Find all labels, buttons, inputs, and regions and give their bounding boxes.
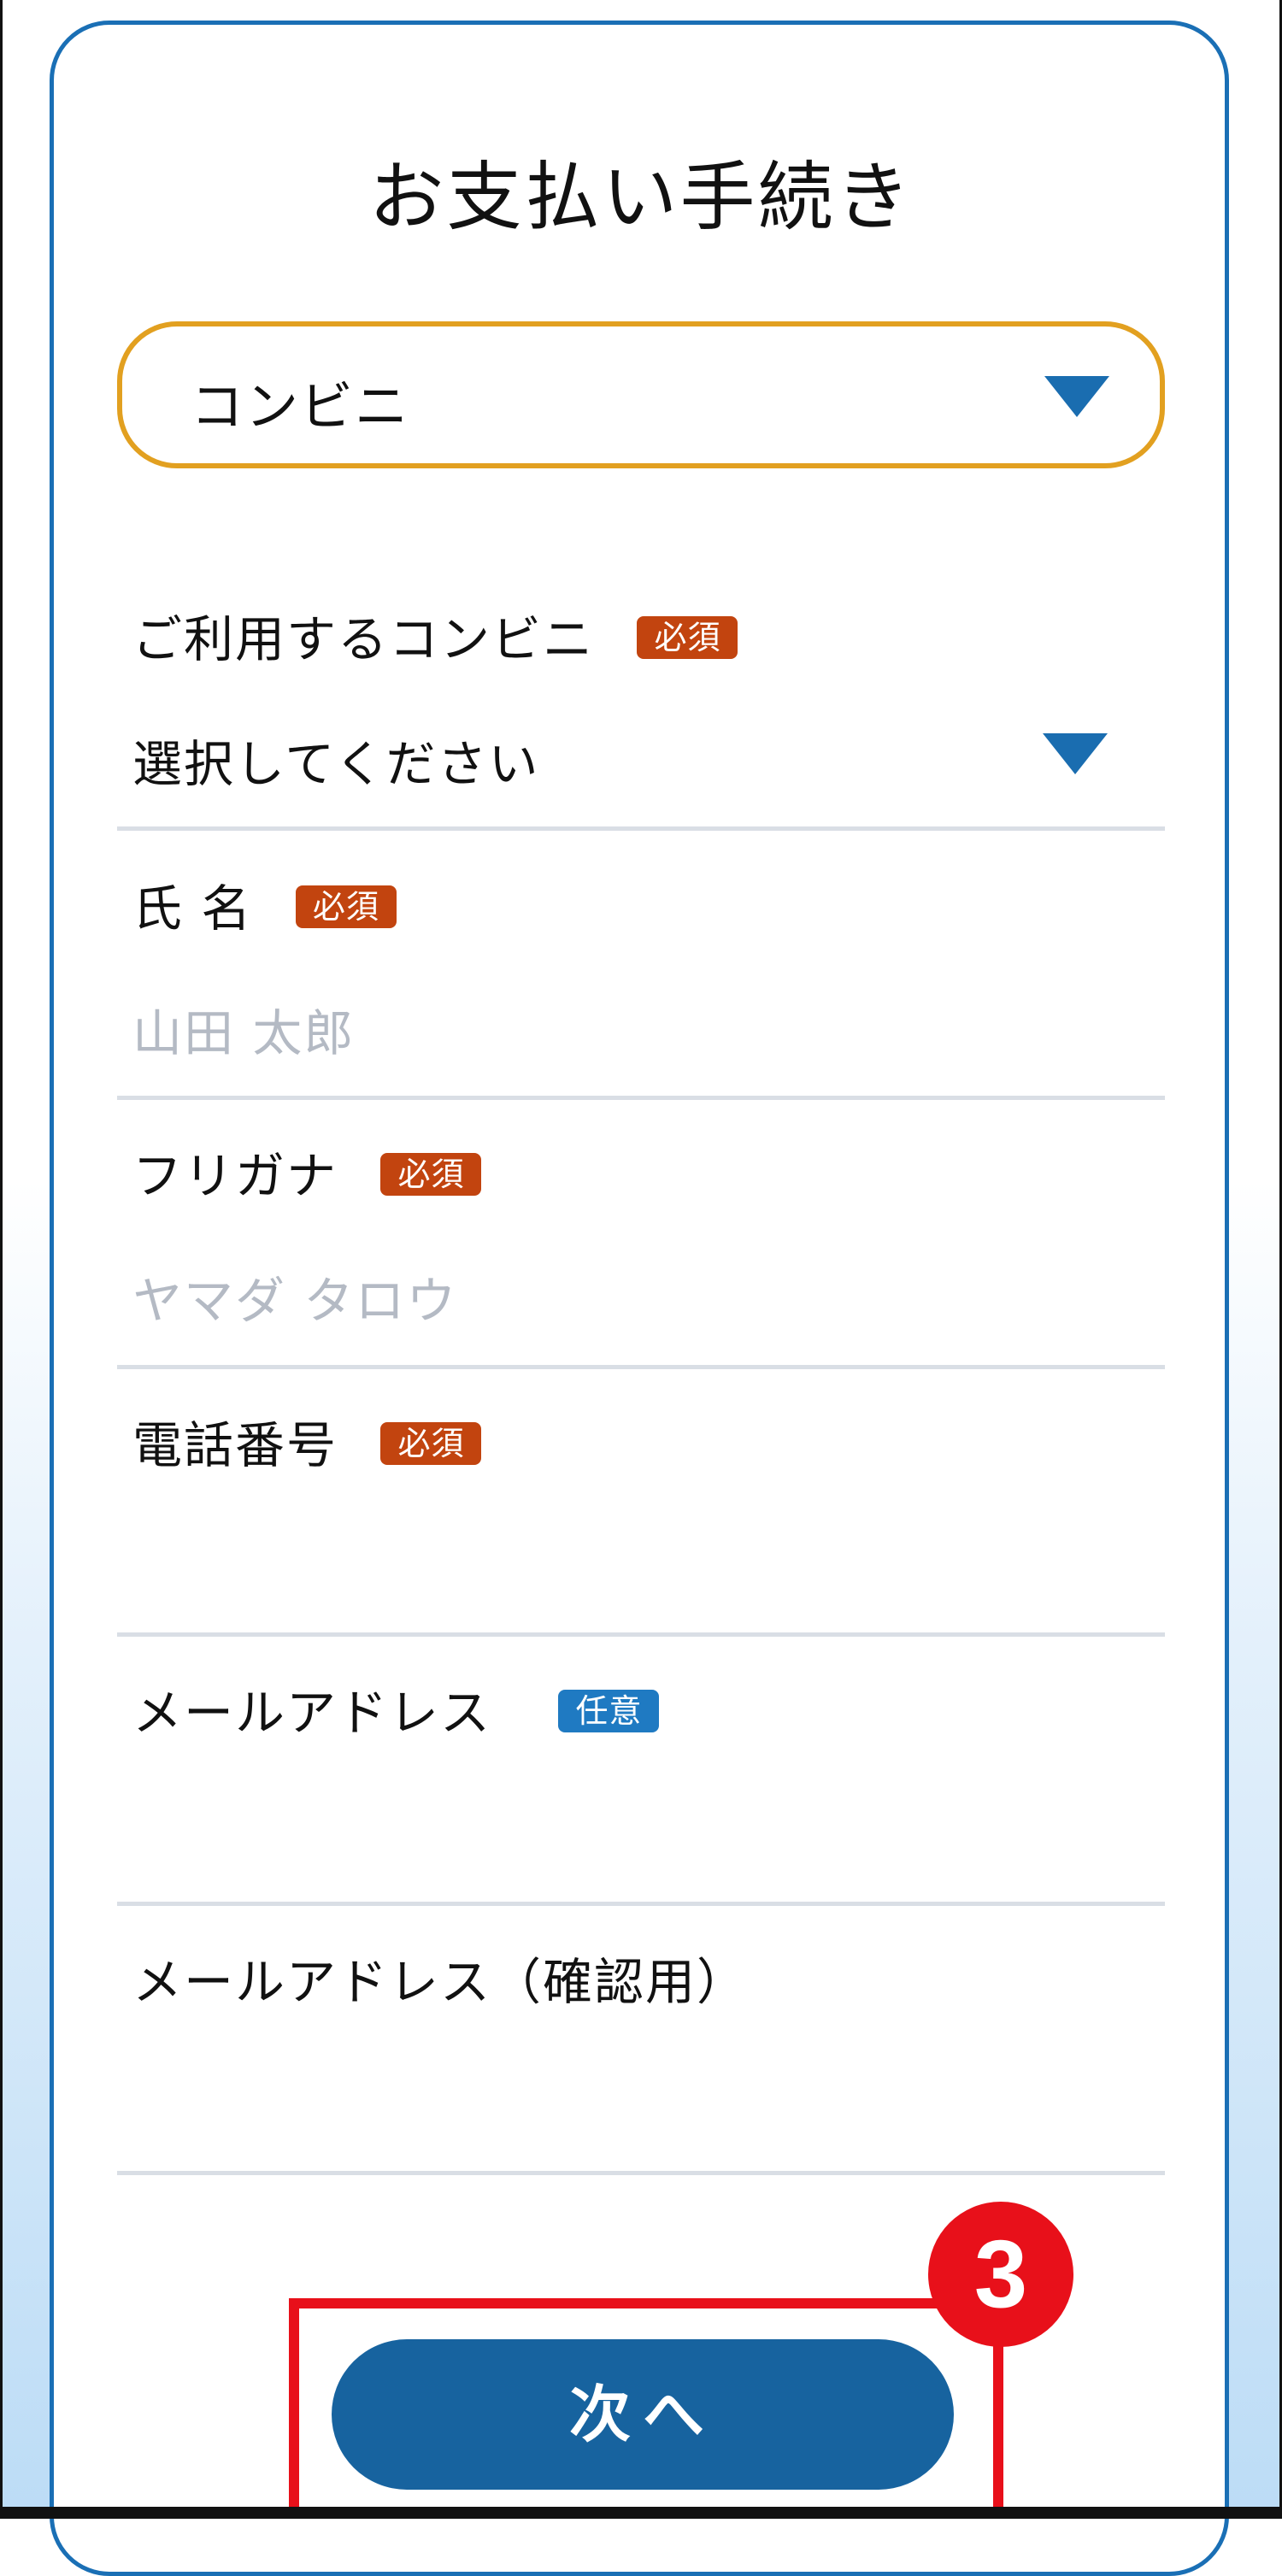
furigana-input[interactable]: ヤマダ タロウ <box>132 1261 457 1332</box>
furigana-label-text: フリガナ <box>132 1147 338 1205</box>
email-confirm-input[interactable] <box>132 2067 1158 2135</box>
optional-badge: 任意 <box>558 1689 660 1732</box>
email-confirm-label-text: メールアドレス（確認用） <box>132 1953 749 2011</box>
page-title: お支払い手続き <box>368 153 914 241</box>
store-select-value[interactable]: 選択してください <box>132 724 540 796</box>
email-label: メールアドレス 任意 <box>132 1684 660 1742</box>
phone-label-text: 電話番号 <box>132 1416 338 1474</box>
required-badge: 必須 <box>380 1152 482 1196</box>
furigana-label: フリガナ 必須 <box>132 1147 482 1205</box>
email-confirm-label: メールアドレス（確認用） <box>132 1954 748 2010</box>
step-number-badge: 3 <box>928 2202 1073 2347</box>
divider <box>117 2171 1165 2175</box>
payment-method-select[interactable]: コンビニ <box>117 321 1165 468</box>
divider <box>117 1365 1165 1369</box>
store-label-text: ご利用するコンビニ <box>132 610 595 668</box>
chevron-down-icon[interactable] <box>1043 733 1108 774</box>
divider <box>117 1632 1165 1637</box>
email-label-text: メールアドレス <box>132 1684 492 1742</box>
frame-edge-left <box>0 0 3 2519</box>
required-badge: 必須 <box>380 1421 482 1465</box>
divider <box>117 1902 1165 1906</box>
required-badge: 必須 <box>637 615 738 659</box>
required-badge: 必須 <box>295 885 397 928</box>
email-input[interactable] <box>132 1797 1158 1866</box>
name-input[interactable]: 山田 太郎 <box>132 993 355 1065</box>
frame-edge-bottom <box>0 2507 1282 2519</box>
dropdown-triangle-icon <box>1044 376 1109 417</box>
payment-method-value: コンビニ <box>191 375 410 438</box>
divider <box>117 1096 1165 1100</box>
store-label: ご利用するコンビニ 必須 <box>132 611 738 668</box>
phone-label: 電話番号 必須 <box>132 1416 482 1474</box>
next-button[interactable]: 次へ <box>332 2339 954 2490</box>
phone-input[interactable] <box>132 1530 1158 1598</box>
divider <box>117 826 1165 831</box>
name-label: 氏 名 必須 <box>132 880 397 937</box>
name-label-text: 氏 名 <box>132 879 253 938</box>
